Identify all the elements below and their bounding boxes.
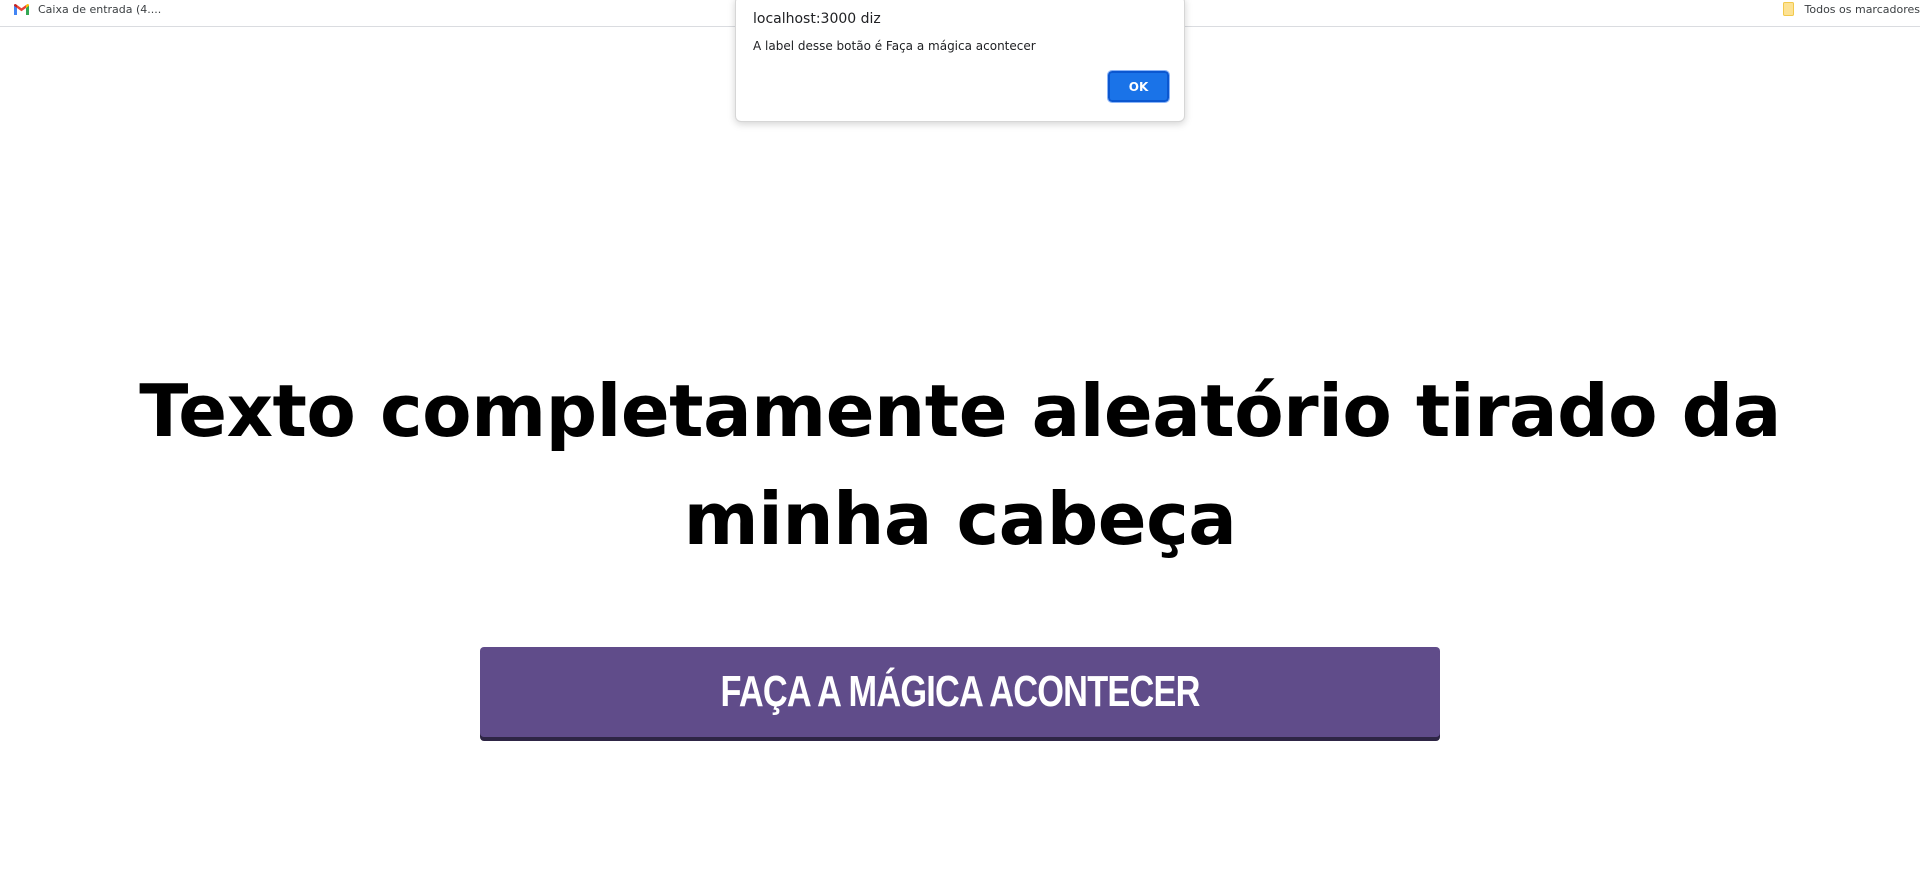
bookmark-all[interactable]: Todos os marcadores [1782, 0, 1920, 18]
alert-title: localhost:3000 diz [753, 11, 881, 27]
page-content: Texto completamente aleatório tirado da … [0, 27, 1920, 879]
magic-button[interactable]: Faça a mágica acontecer [480, 647, 1440, 737]
bookmark-gmail-label: Caixa de entrada (4.... [38, 2, 162, 16]
magic-button-label: Faça a mágica acontecer [720, 667, 1200, 716]
bookmark-gmail[interactable]: Caixa de entrada (4.... [14, 0, 161, 18]
alert-dialog: localhost:3000 diz A label desse botão é… [735, 0, 1185, 122]
ok-button[interactable]: OK [1107, 70, 1170, 103]
page-headline: Texto completamente aleatório tirado da … [139, 369, 1781, 561]
gmail-icon [14, 3, 29, 15]
bookmark-all-label: Todos os marcadores [1804, 2, 1920, 16]
folder-icon [1782, 2, 1794, 16]
alert-message: A label desse botão é Faça a mágica acon… [753, 39, 1036, 53]
